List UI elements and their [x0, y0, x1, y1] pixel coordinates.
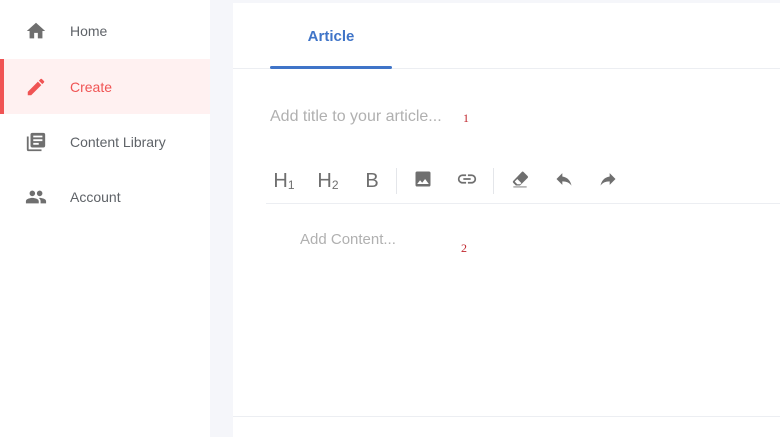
people-icon: [24, 185, 48, 209]
toolbar-divider: [396, 168, 397, 194]
undo-button[interactable]: [549, 166, 579, 196]
tab-article[interactable]: Article: [270, 3, 392, 69]
sidebar-item-label: Home: [70, 22, 108, 39]
insert-image-button[interactable]: [408, 166, 438, 196]
sidebar-item-label: Account: [70, 188, 121, 205]
editor-toolbar: H1 H2 B: [266, 158, 780, 204]
annotation-marker-1: 1: [463, 111, 469, 125]
home-icon: [24, 19, 48, 43]
tab-bar: Article: [233, 3, 780, 69]
annotation-marker-2: 2: [461, 241, 467, 255]
undo-icon: [554, 169, 574, 194]
heading-1-button[interactable]: H1: [269, 166, 299, 196]
library-icon: [24, 130, 48, 154]
toolbar-divider: [493, 168, 494, 194]
insert-link-button[interactable]: [452, 166, 482, 196]
sidebar-item-content-library[interactable]: Content Library: [0, 114, 210, 169]
bold-button[interactable]: B: [357, 166, 387, 196]
heading-1-label: H1: [273, 169, 295, 192]
clear-format-button[interactable]: [505, 166, 535, 196]
sidebar: Home Create Content Library Account: [0, 0, 210, 437]
heading-2-button[interactable]: H2: [313, 166, 343, 196]
redo-icon: [598, 169, 618, 194]
article-title-input[interactable]: [270, 101, 480, 133]
link-icon: [456, 168, 478, 195]
sidebar-item-label: Content Library: [70, 133, 166, 150]
editor-footer-divider: [233, 416, 780, 417]
sidebar-item-home[interactable]: Home: [0, 3, 210, 58]
editor-panel: Article 1 H1 H2 B: [233, 3, 780, 437]
sidebar-item-label: Create: [70, 78, 113, 95]
article-content-input[interactable]: [300, 231, 740, 401]
redo-button[interactable]: [593, 166, 623, 196]
tab-active-indicator: [270, 66, 392, 69]
bold-label: B: [365, 169, 379, 192]
heading-2-label: H2: [317, 169, 339, 192]
image-icon: [413, 169, 433, 194]
pencil-icon: [24, 75, 48, 99]
sidebar-item-create[interactable]: Create: [0, 59, 210, 114]
eraser-icon: [510, 169, 530, 194]
sidebar-item-account[interactable]: Account: [0, 169, 210, 224]
